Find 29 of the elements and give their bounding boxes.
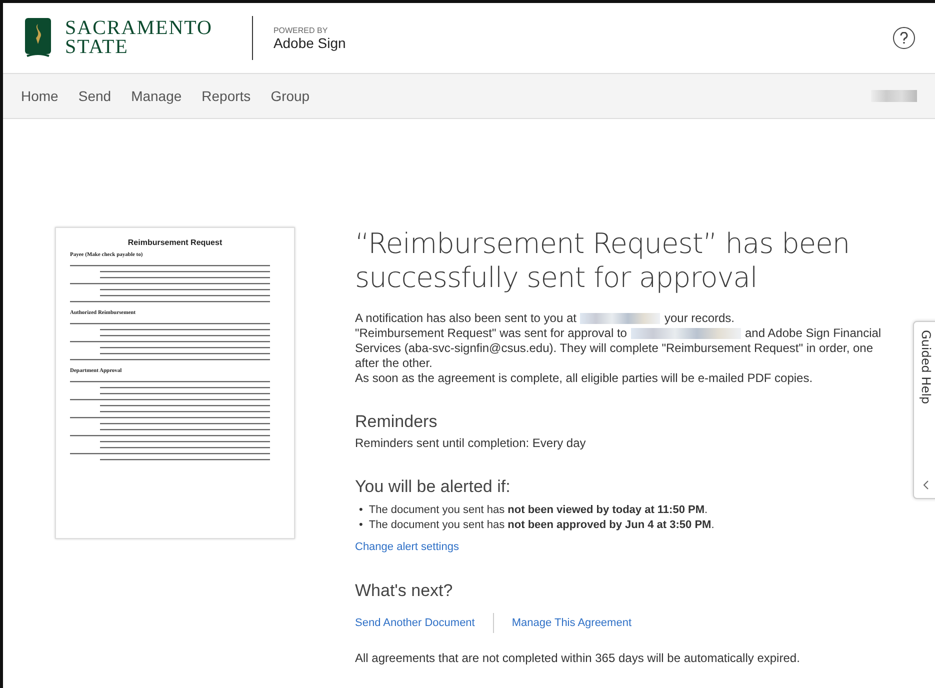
reminders-text: Reminders sent until completion: Every day (355, 436, 587, 451)
powered-by-label: POWERED BY (273, 26, 329, 34)
alert-condition: The document you sent has not been viewed by today at 11:50 PM. (368, 503, 708, 518)
nav-tab[interactable]: Group (262, 88, 318, 104)
change-alert-settings-link[interactable]: Change alert settings (355, 541, 459, 553)
bullet-marker: • (359, 518, 363, 533)
alerts-heading: You will be alerted if: (355, 477, 512, 497)
alert-condition: The document you sent has not been approved by Jun 4 at 3:50 PM. (368, 518, 714, 533)
nav-tab[interactable]: Send (70, 88, 120, 104)
next-action-link[interactable]: Send Another Document (355, 617, 475, 629)
product-name: Adobe Sign (273, 34, 346, 50)
completion-note: As soon as the agreement is complete, all eligible parties will be e-mailed PDF copies. (355, 371, 814, 386)
nav-tab[interactable]: Reports (194, 88, 259, 104)
guided-help-tab[interactable]: Guided Help (913, 321, 935, 499)
notification-text: A notification has also been sent to you at your records. (355, 311, 736, 326)
document-title: Reimbursement Request (126, 238, 224, 247)
torch-logo-icon (25, 18, 51, 58)
confirmation-title: “Reimbursement Request” has been successfully sent for approval (355, 227, 851, 295)
reminders-heading: Reminders (355, 412, 438, 432)
bullet-marker: • (359, 503, 363, 518)
next-action-link[interactable]: Manage This Agreement (512, 617, 632, 629)
nav-tab[interactable]: Home (13, 88, 66, 104)
recipients-text: "Reimbursement Request" was sent for approval to and Adobe Sign Financial Services (aba-svc-signfin@csus.edu). They will complete "Reimbursement Request" in order, one after the other. (355, 326, 882, 371)
whats-next-heading: What's next? (355, 581, 454, 601)
nav-tab[interactable]: Manage (123, 88, 190, 104)
chevron-left-icon (923, 480, 929, 490)
expiry-note: All agreements that are not completed within 365 days will be automatically expired. (355, 651, 801, 666)
logo-text: SACRAMENTO STATE (65, 19, 212, 57)
help-icon[interactable] (893, 27, 915, 49)
